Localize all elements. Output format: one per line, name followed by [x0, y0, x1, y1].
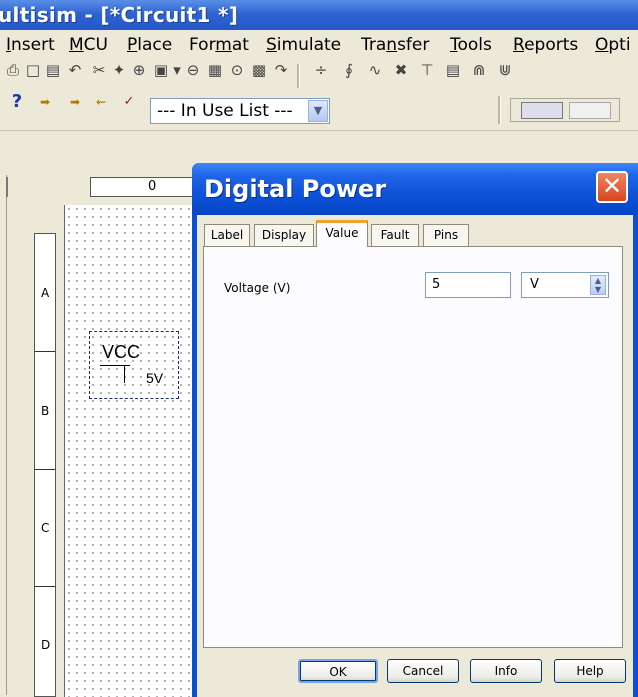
vcc-component[interactable]: VCC 5V [89, 331, 179, 399]
row-ruler: A B C D [34, 233, 56, 697]
help-button[interactable]: Help [554, 659, 626, 683]
zoom-in-icon[interactable]: ⊕ [130, 60, 148, 80]
value-tab-panel [203, 246, 623, 648]
pane-border [6, 175, 7, 695]
place-analog-icon[interactable]: ▤ [444, 60, 462, 80]
close-icon[interactable]: ✕ [596, 171, 628, 203]
place-ttl-icon[interactable]: ⋒ [470, 60, 488, 80]
menu-tools[interactable]: Tools [450, 35, 492, 55]
info-button[interactable]: Info [470, 659, 542, 683]
window-titlebar: ultisim - [*Circuit1 *] [0, 0, 638, 30]
redo-icon[interactable]: ↷ [272, 60, 290, 80]
undo-icon[interactable]: ↶ [66, 60, 84, 80]
toolbar-separator [297, 64, 300, 88]
vcc-symbol-bar [100, 365, 130, 366]
voltage-label: Voltage (V) [224, 281, 291, 295]
pane-divider [6, 177, 8, 197]
voltage-input[interactable]: 5 [425, 272, 511, 298]
digital-power-dialog: Digital Power ✕ Label Display Value Faul… [192, 163, 638, 697]
place-connector-icon[interactable]: ➡ [36, 92, 54, 112]
ruler-label-0: 0 [148, 179, 157, 194]
row-label-d: D [41, 638, 51, 652]
place-transistor-icon[interactable]: ⊤ [418, 60, 436, 80]
tab-fault[interactable]: Fault [371, 224, 419, 246]
component-value: 5V [146, 370, 164, 386]
zoom-out-icon[interactable]: ⊖ [184, 60, 202, 80]
paste-icon[interactable]: ▤ [44, 60, 62, 80]
component-reference: VCC [102, 342, 141, 362]
menu-mcu[interactable]: MCU [69, 35, 108, 55]
tab-value[interactable]: Value [316, 220, 368, 247]
ok-button[interactable]: OK [298, 659, 378, 683]
place-hier-icon[interactable]: ⇜ [92, 92, 110, 112]
dialog-titlebar[interactable]: Digital Power ✕ [192, 163, 638, 215]
switch-off-icon[interactable] [569, 102, 611, 119]
spin-arrows-icon[interactable]: ▲ ▼ [590, 275, 606, 295]
place-source-icon[interactable]: ÷ [312, 60, 330, 80]
print-icon[interactable]: ⎙ [4, 60, 22, 80]
dialog-title: Digital Power [204, 175, 387, 203]
in-use-list-select[interactable]: --- In Use List --- ▼ [150, 98, 330, 124]
row-label-a: A [41, 286, 50, 300]
row-divider [35, 586, 55, 587]
toolbar-separator [498, 96, 501, 124]
zoom-fit-icon[interactable]: ⊙ [228, 60, 246, 80]
window-title: ultisim - [*Circuit1 *] [0, 3, 239, 27]
print-preview-icon[interactable]: □ [24, 60, 42, 80]
tab-label[interactable]: Label [204, 224, 250, 246]
design-toolbox-edge [0, 131, 34, 697]
row-divider [35, 351, 55, 352]
tab-pins[interactable]: Pins [423, 224, 469, 246]
secondary-toolbar: ? ➡ ➡ ⇜ ✓ --- In Use List --- ▼ [0, 92, 638, 131]
help-question-icon[interactable]: ? [8, 92, 26, 112]
row-divider [35, 469, 55, 470]
in-use-list-value: --- In Use List --- [157, 101, 293, 121]
row-label-c: C [41, 521, 50, 535]
menu-simulate[interactable]: Simulate [266, 35, 341, 55]
menu-transfer[interactable]: Transfer [361, 35, 429, 55]
place-diode-icon[interactable]: ✖ [392, 60, 410, 80]
menu-insert[interactable]: Insert [6, 35, 55, 55]
dialog-body: Label Display Value Fault Pins Voltage (… [197, 215, 633, 697]
place-resistor-icon[interactable]: ∿ [366, 60, 384, 80]
place-cmos-icon[interactable]: ⋓ [496, 60, 514, 80]
rotate-icon[interactable]: ✦ [110, 60, 128, 80]
main-toolbar: ⎙ □ ▤ ↶ ✂ ✦ ⊕ ▣ ▾ ⊖ ▦ ⊙ ▩ ↷ ÷ ∮ ∿ ✖ ⊤ ▤ … [0, 60, 638, 92]
simulate-switch[interactable] [510, 98, 620, 122]
switch-on-icon[interactable] [521, 102, 563, 119]
menu-bar: Insert MCU Place Format Simulate Transfe… [0, 30, 638, 60]
chevron-down-icon[interactable]: ▼ [308, 100, 328, 122]
voltage-unit-spinner[interactable]: V ▲ ▼ [521, 272, 609, 298]
menu-options[interactable]: Opti [595, 35, 631, 55]
voltage-unit-value: V [530, 277, 539, 292]
menu-format[interactable]: Format [189, 35, 249, 55]
tab-display[interactable]: Display [254, 224, 314, 246]
zoom-sheet-icon[interactable]: ▦ [206, 60, 224, 80]
place-basic-icon[interactable]: ∮ [340, 60, 358, 80]
copy-icon[interactable]: ▩ [250, 60, 268, 80]
row-label-b: B [41, 404, 50, 418]
place-probe-icon[interactable]: ✓ [120, 92, 138, 112]
menu-reports[interactable]: Reports [513, 35, 578, 55]
vcc-symbol-stem [124, 365, 125, 383]
place-bus-icon[interactable]: ➡ [66, 92, 84, 112]
cancel-button[interactable]: Cancel [387, 659, 459, 683]
cut-icon[interactable]: ✂ [90, 60, 108, 80]
menu-place[interactable]: Place [127, 35, 172, 55]
